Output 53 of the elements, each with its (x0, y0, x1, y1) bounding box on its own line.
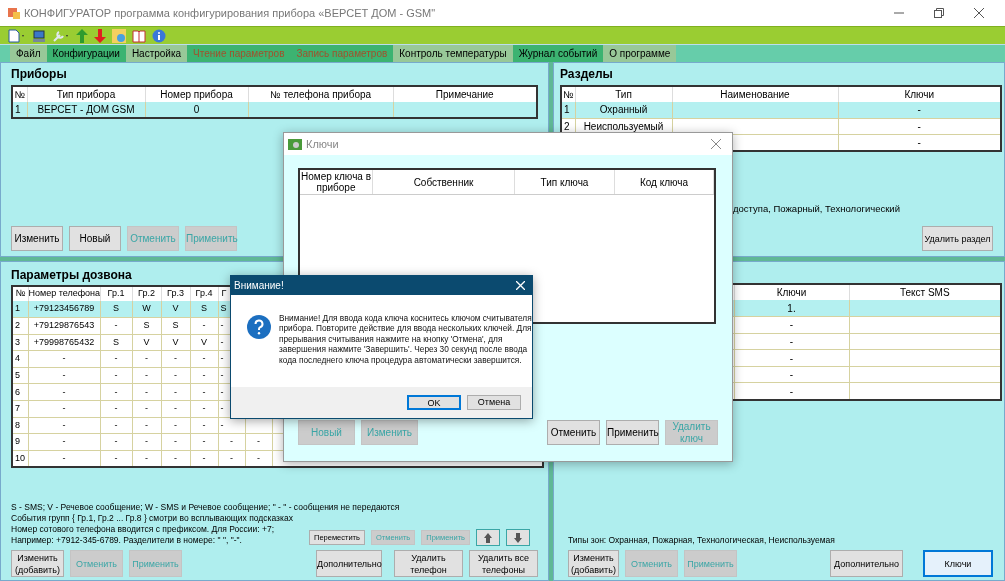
column-header: Гр.2 (132, 286, 161, 301)
table-cell: S (100, 301, 132, 318)
table-cell: - (734, 349, 849, 367)
column-header: Наименование (672, 86, 838, 102)
table-cell: 1 (12, 301, 28, 318)
column-header: Тип ключа (515, 170, 615, 194)
column-header: Гр.1 (100, 286, 132, 301)
table-cell: 1 (12, 102, 27, 118)
column-header: Собственник (373, 170, 515, 194)
column-header: Гр.3 (161, 286, 190, 301)
table-cell: V (161, 301, 190, 318)
table-cell: Охранный (575, 102, 672, 118)
table-cell: W (132, 301, 161, 318)
panel-title: Приборы (11, 66, 68, 83)
panel-title: Разделы (560, 66, 614, 83)
column-header: Номер ключа в приборе (300, 170, 373, 194)
alert-message: Внимание! Для ввода кода ключа коснитесь ключом считывателя прибора. Повторите действие для ввода нескольких ключей. Для прерывания считывания нажмите на кнопку 'Отмена', для завершения нажмите 'Завершить'. Через 30 секунд после ввода кода последнего ключа процедура автоматически завершится. (279, 313, 532, 367)
legend-line: Номер сотового телефона вводится с префиксом. Для России: +7; (11, 524, 275, 535)
legend-line: Например: +7912-345-6789. Разделители в номере: " ", "-". (11, 535, 243, 546)
column-header: № (12, 286, 28, 301)
legend-line: События групп { Гр.1, Гр.2 ... Гр.8 } смотри во всплывающих подсказках (11, 513, 294, 524)
window-title: КОНФИГУРАТОР программа конфигурирования прибора «ВЕРСЕТ ДОМ - GSM" (24, 5, 436, 21)
legend-line: S - SMS; V - Речевое сообщение; W - SMS и Речевое сообщение; " - " - сообщения не передаются (11, 502, 401, 513)
panel-title: Параметры дозвона (11, 267, 133, 284)
column-header: № (561, 86, 575, 102)
table-cell: S (190, 301, 218, 318)
column-header: № (12, 86, 27, 102)
column-header: Гр.4 (190, 286, 218, 301)
zone-types-note: Типы зон: Охранная, Пожарная, Технологическая, Неиспользуемая (568, 534, 836, 547)
table-cell: 0 (145, 102, 248, 118)
table-cell: ВЕРСЕТ - ДОМ GSM (27, 102, 145, 118)
table-cell: - (734, 366, 849, 383)
table-cell: - (838, 134, 1001, 151)
table-cell: - (838, 118, 1001, 134)
dialog-title: Ключи (306, 136, 339, 152)
table-cell: 1. (734, 300, 849, 317)
table-cell: - (734, 316, 849, 334)
column-header: Ключи (734, 284, 849, 300)
column-header: Примечание (393, 86, 537, 102)
table-cell: - (838, 102, 1001, 118)
table-cell: 1 (561, 102, 575, 118)
column-header: Тип (575, 86, 672, 102)
column-header: № телефона прибора (248, 86, 393, 102)
table-cell: +79123456789 (28, 301, 100, 318)
zone-types-note: доступа, Пожарный, Технологический (733, 201, 901, 216)
column-header: Номер прибора (145, 86, 248, 102)
table-cell: - (734, 333, 849, 350)
column-header: Код ключа (615, 170, 714, 194)
column-header: Тип прибора (27, 86, 145, 102)
table-cell: - (734, 382, 849, 400)
column-header: Текст SMS (849, 284, 1001, 300)
column-header: Ключи (838, 86, 1001, 102)
column-header: Номер телефона (28, 286, 100, 301)
